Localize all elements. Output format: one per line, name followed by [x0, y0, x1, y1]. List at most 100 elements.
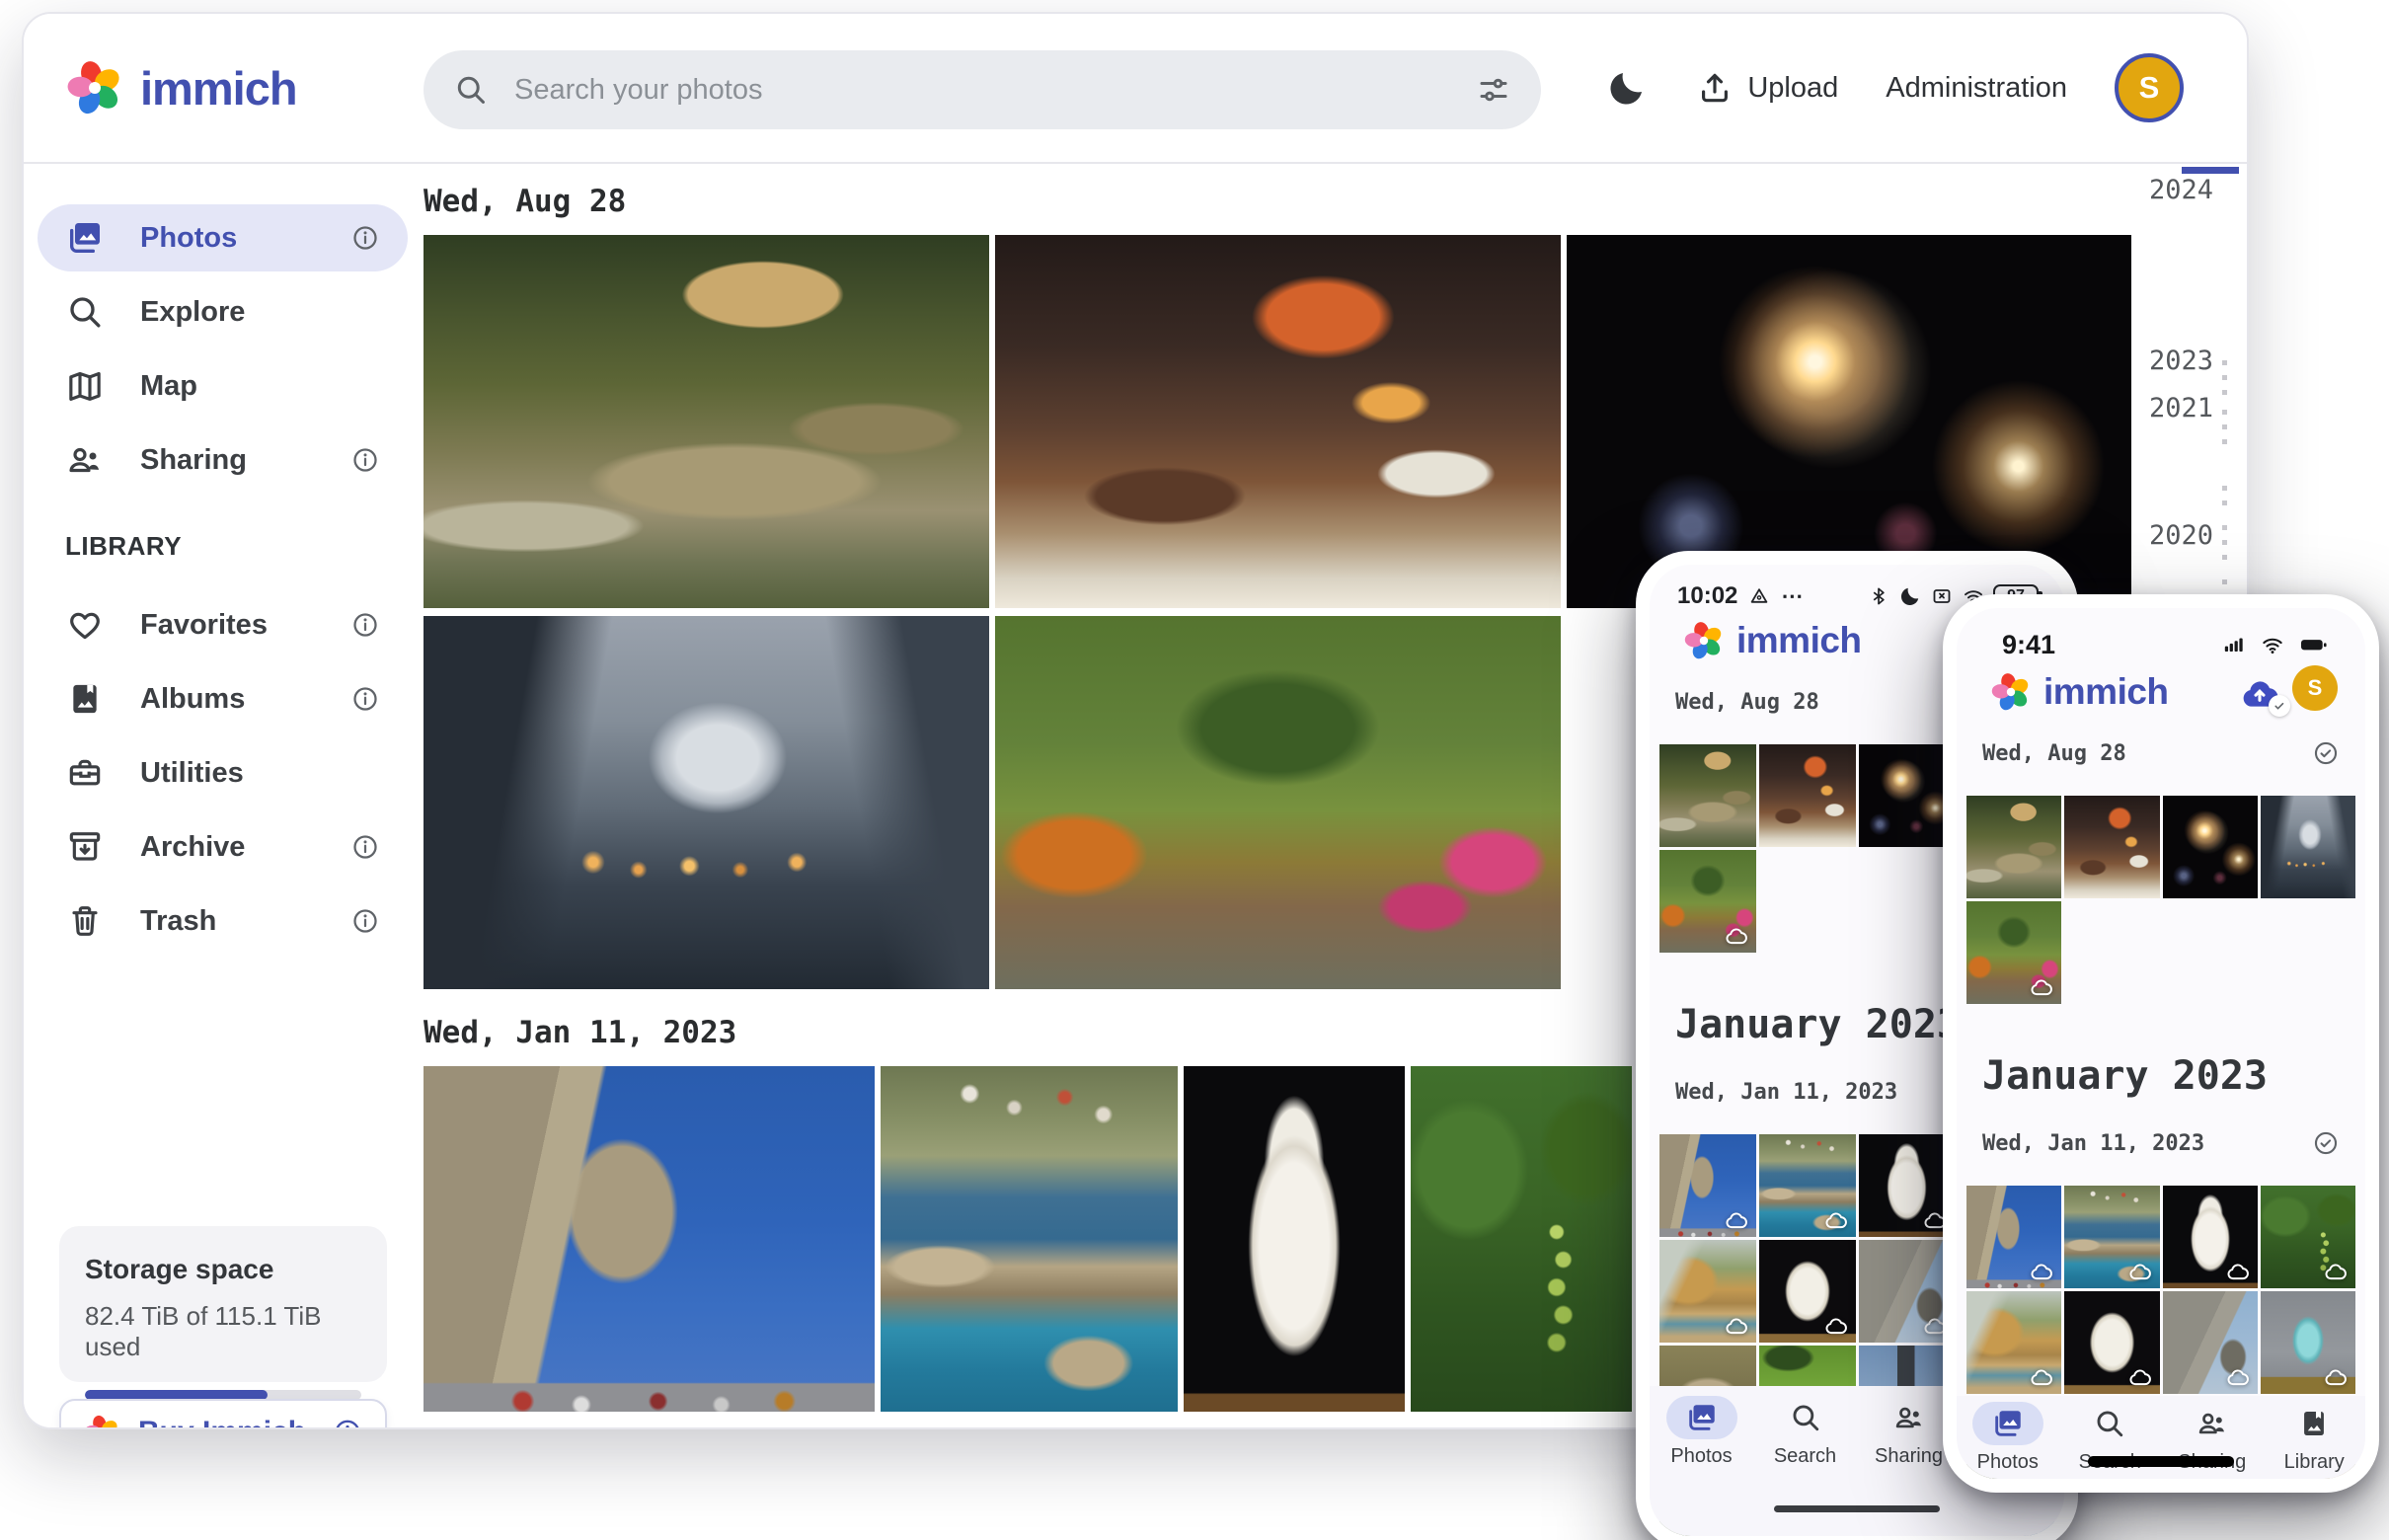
cloud-sync-icon [2126, 1260, 2154, 1283]
upload-icon [1696, 69, 1734, 107]
phone-nav-photos: Photos [1650, 1396, 1753, 1536]
search-icon [453, 72, 489, 108]
photo-thumbnail-green-berries[interactable] [1411, 1066, 1632, 1412]
sidebar-item-albums[interactable]: Albums [38, 665, 408, 732]
date-group-header: Wed, Jan 11, 2023 [1982, 1131, 2204, 1156]
ellipsis-icon: ⋯ [1781, 583, 1804, 609]
sidebar-item-archive[interactable]: Archive [38, 813, 408, 881]
photo-tile-teal-figurine [2261, 1291, 2355, 1394]
scrubber-year-label[interactable]: 2023 [2149, 346, 2213, 376]
photo-thumbnail-marble-bust[interactable] [1184, 1066, 1405, 1412]
photo-tile-fireworks [1859, 744, 1956, 847]
cloud-sync-icon [2322, 1260, 2350, 1283]
scrubber-tick-dot [2222, 360, 2227, 365]
phone-nav-search: Search [2059, 1402, 2162, 1479]
heart-icon [65, 605, 105, 645]
sidebar-item-trash[interactable]: Trash [38, 887, 408, 955]
scrubber-year-label[interactable]: 2020 [2149, 520, 2213, 551]
map-icon [65, 366, 105, 406]
photo-tile-coastal-town [1759, 1134, 1856, 1237]
nav-icon-pill [2177, 1402, 2248, 1445]
people-icon [65, 440, 105, 480]
sidebar-item-favorites[interactable]: Favorites [38, 591, 408, 658]
cloud-sync-icon [2224, 1365, 2252, 1389]
scrubber-year-label[interactable]: 2021 [2149, 393, 2213, 424]
dark-mode-toggle-moon-icon[interactable] [1605, 66, 1649, 110]
info-icon[interactable] [350, 906, 380, 936]
sidebar-item-sharing[interactable]: Sharing [38, 426, 408, 494]
phone-nav-library: Library [2264, 1402, 2366, 1479]
photo-thumbnail-fortress-wall[interactable] [424, 1066, 875, 1412]
immich-flower-icon [83, 1414, 120, 1429]
scrubber-position-indicator[interactable] [2182, 167, 2239, 174]
phone2-immich-logo: immich [1990, 671, 2169, 713]
sidebar-item-photos[interactable]: Photos [38, 204, 408, 271]
sidebar-item-explore[interactable]: Explore [38, 278, 408, 346]
avatar-initial: S [2139, 70, 2160, 106]
select-all-check-icon [2312, 739, 2340, 767]
date-group-header: Wed, Aug 28 [424, 180, 2161, 223]
photo-tile-cliff-beach [1659, 1240, 1756, 1343]
immich-wordmark: immich [2043, 671, 2169, 713]
scrubber-tick-dot [2222, 525, 2227, 530]
phone2-user-avatar: S [2292, 665, 2338, 711]
sidebar-item-map[interactable]: Map [38, 352, 408, 420]
info-icon[interactable] [350, 684, 380, 714]
library-icon [2297, 1407, 2331, 1440]
sidebar-item-label: Favorites [140, 609, 268, 642]
search-input[interactable]: Search your photos [424, 50, 1541, 129]
cloud-sync-icon [2224, 1260, 2252, 1283]
scrubber-tick-dot [2222, 375, 2227, 380]
search-icon [1789, 1401, 1822, 1434]
phone-nav-search: Search [1753, 1396, 1857, 1536]
sidebar-item-label: Map [140, 370, 197, 403]
administration-link[interactable]: Administration [1886, 72, 2067, 105]
buy-immich-button[interactable]: Buy Immich [59, 1399, 387, 1429]
sidebar-item-utilities[interactable]: Utilities [38, 739, 408, 807]
nav-icon-pill [1972, 1402, 2043, 1445]
search-filter-icon[interactable] [1476, 72, 1511, 108]
search-icon [2093, 1407, 2126, 1440]
select-all-check-icon [2312, 1129, 2340, 1157]
photo-tile-marble-bust [1859, 1134, 1956, 1237]
nav-label: Search [1774, 1445, 1836, 1468]
info-icon[interactable] [350, 223, 380, 253]
scrubber-year-label[interactable]: 2024 [2149, 175, 2213, 205]
date-group-row: Wed, Aug 28 [1982, 736, 2340, 770]
notification-triangle-icon [1747, 584, 1771, 608]
info-icon[interactable] [332, 1417, 363, 1429]
cloud-sync-icon [2322, 1365, 2350, 1389]
photo-grid [1957, 796, 2365, 1004]
photo-tile-autumn-dinner [2064, 796, 2159, 898]
scrubber-tick-dot [2222, 486, 2227, 491]
nav-icon-pill [1666, 1396, 1737, 1439]
cloud-sync-icon [1723, 1314, 1750, 1338]
photo-thumbnail-autumn-dinner[interactable] [995, 235, 1561, 608]
photo-tile-white-rock [1759, 1240, 1856, 1343]
dnd-moon-icon [1898, 584, 1922, 608]
immich-logo[interactable]: immich [65, 14, 297, 162]
info-icon[interactable] [350, 445, 380, 475]
archive-icon [65, 827, 105, 867]
phone1-immich-logo: immich [1683, 620, 1862, 661]
photo-tile-fortress-wall [1966, 1186, 2061, 1288]
scrubber-tick-dot [2222, 555, 2227, 560]
upload-button[interactable]: Upload [1696, 69, 1838, 107]
scrubber-tick-dot [2222, 579, 2227, 584]
sidebar-nav: Photos Explore Map Sharing [24, 204, 424, 494]
header-actions: Upload Administration S [1605, 14, 2184, 162]
user-avatar[interactable]: S [2115, 53, 2184, 122]
immich-flower-icon [65, 58, 124, 117]
photo-tile-white-rock [2064, 1291, 2159, 1394]
date-group-header: Wed, Jan 11, 2023 [1675, 1080, 1897, 1105]
info-icon[interactable] [350, 832, 380, 862]
album-icon [65, 679, 105, 719]
backup-check-bubble [2269, 695, 2290, 717]
info-icon[interactable] [350, 610, 380, 640]
photo-thumbnail-autumn-park[interactable] [995, 616, 1561, 989]
photo-tile-coastal-town [2064, 1186, 2159, 1288]
photo-thumbnail-holding-hands[interactable] [424, 616, 989, 989]
photo-thumbnail-jungle-monkeys[interactable] [424, 235, 989, 608]
photo-thumbnail-coastal-town[interactable] [881, 1066, 1178, 1412]
date-group-row: Wed, Jan 11, 2023 [1982, 1126, 2340, 1160]
